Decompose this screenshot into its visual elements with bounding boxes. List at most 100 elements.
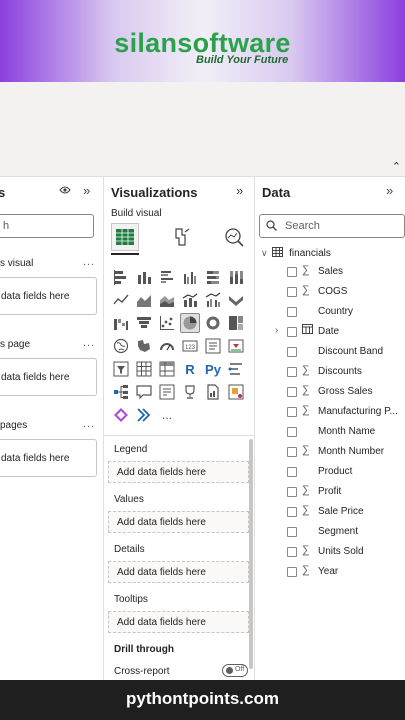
more-visuals-icon[interactable]: ... bbox=[157, 405, 177, 425]
decomposition-tree-icon[interactable] bbox=[111, 382, 131, 402]
donut-chart-icon[interactable] bbox=[203, 313, 223, 333]
filters-search-input[interactable]: h bbox=[0, 214, 94, 238]
ribbon-chart-icon[interactable] bbox=[226, 290, 246, 310]
field-checkbox[interactable] bbox=[287, 387, 297, 397]
collapse-filters-icon[interactable]: » bbox=[83, 183, 90, 198]
legend-well-dropzone[interactable]: Add data fields here bbox=[108, 461, 249, 483]
field-row[interactable]: ∑ Gross Sales bbox=[275, 383, 405, 403]
field-row[interactable]: ∑ Sale Price bbox=[275, 503, 405, 523]
funnel-chart-icon[interactable] bbox=[134, 313, 154, 333]
smart-narrative-icon[interactable] bbox=[157, 382, 177, 402]
r-script-visual-icon[interactable]: R bbox=[180, 359, 200, 379]
collapse-visualizations-icon[interactable]: » bbox=[236, 183, 243, 198]
filters-on-page-more-icon[interactable]: ... bbox=[83, 337, 95, 349]
values-well-dropzone[interactable]: Add data fields here bbox=[108, 511, 249, 533]
field-checkbox[interactable] bbox=[287, 487, 297, 497]
field-checkbox[interactable] bbox=[287, 347, 297, 357]
cross-report-toggle[interactable]: Off bbox=[222, 664, 248, 677]
power-automate-icon[interactable] bbox=[111, 405, 131, 425]
slicer-icon[interactable] bbox=[111, 359, 131, 379]
filters-all-pages-dropzone[interactable]: data fields here bbox=[0, 439, 97, 477]
field-row[interactable]: Month Name bbox=[275, 423, 405, 443]
data-search-placeholder: Search bbox=[285, 220, 320, 232]
field-row[interactable]: ∑ Discounts bbox=[275, 363, 405, 383]
collapse-ribbon-icon[interactable]: ⌃ bbox=[392, 160, 401, 173]
field-checkbox[interactable] bbox=[287, 427, 297, 437]
area-chart-icon[interactable] bbox=[134, 290, 154, 310]
pie-chart-icon[interactable] bbox=[180, 313, 200, 333]
eye-icon[interactable] bbox=[59, 183, 71, 198]
field-row[interactable]: › Date bbox=[275, 323, 405, 343]
power-apps-icon[interactable] bbox=[226, 382, 246, 402]
treemap-icon[interactable] bbox=[226, 313, 246, 333]
field-row[interactable]: ∑ Year bbox=[275, 563, 405, 583]
chevron-visual-icon[interactable] bbox=[134, 405, 154, 425]
clustered-bar-chart-icon[interactable] bbox=[157, 267, 177, 287]
table-financials[interactable]: ∨ financials bbox=[261, 247, 331, 260]
100-stacked-column-chart-icon[interactable] bbox=[226, 267, 246, 287]
field-checkbox[interactable] bbox=[287, 407, 297, 417]
expand-table-chevron-icon[interactable]: ∨ bbox=[261, 248, 268, 258]
python-visual-icon[interactable]: Py bbox=[203, 359, 223, 379]
collapse-data-icon[interactable]: » bbox=[386, 183, 393, 198]
data-search-input[interactable]: Search bbox=[259, 214, 405, 238]
analytics-tab[interactable] bbox=[220, 223, 248, 251]
qa-visual-icon[interactable] bbox=[134, 382, 154, 402]
field-row[interactable]: ∑ Month Number bbox=[275, 443, 405, 463]
paginated-report-icon[interactable] bbox=[203, 382, 223, 402]
kpi-icon[interactable] bbox=[226, 336, 246, 356]
100-stacked-bar-chart-icon[interactable] bbox=[203, 267, 223, 287]
matrix-icon[interactable] bbox=[157, 359, 177, 379]
field-checkbox[interactable] bbox=[287, 527, 297, 537]
goals-trophy-icon[interactable] bbox=[180, 382, 200, 402]
filled-map-icon[interactable] bbox=[134, 336, 154, 356]
scatter-chart-icon[interactable] bbox=[157, 313, 177, 333]
line-chart-icon[interactable] bbox=[111, 290, 131, 310]
field-checkbox[interactable] bbox=[287, 367, 297, 377]
details-well-dropzone[interactable]: Add data fields here bbox=[108, 561, 249, 583]
field-checkbox[interactable] bbox=[287, 567, 297, 577]
field-row[interactable]: ∑ Sales bbox=[275, 263, 405, 283]
clustered-column-chart-icon[interactable] bbox=[180, 267, 200, 287]
values-well-label: Values bbox=[114, 494, 144, 505]
line-and-clustered-column-chart-icon[interactable] bbox=[203, 290, 223, 310]
key-influencers-icon[interactable] bbox=[226, 359, 246, 379]
filters-all-pages-more-icon[interactable]: ... bbox=[83, 418, 95, 430]
field-checkbox[interactable] bbox=[287, 307, 297, 317]
field-checkbox[interactable] bbox=[287, 447, 297, 457]
filters-on-visual-dropzone[interactable]: data fields here bbox=[0, 277, 97, 315]
field-checkbox[interactable] bbox=[287, 287, 297, 297]
stacked-bar-chart-icon[interactable] bbox=[111, 267, 131, 287]
field-checkbox[interactable] bbox=[287, 327, 297, 337]
field-row[interactable]: ∑ Manufacturing P... bbox=[275, 403, 405, 423]
field-row[interactable]: Discount Band bbox=[275, 343, 405, 363]
multi-row-card-icon[interactable] bbox=[203, 336, 223, 356]
line-and-stacked-column-chart-icon[interactable] bbox=[180, 290, 200, 310]
field-row[interactable]: Segment bbox=[275, 523, 405, 543]
field-row[interactable]: ∑ Profit bbox=[275, 483, 405, 503]
legend-well-label: Legend bbox=[114, 444, 148, 455]
map-icon[interactable] bbox=[111, 336, 131, 356]
stacked-column-chart-icon[interactable] bbox=[134, 267, 154, 287]
filters-on-page-dropzone[interactable]: data fields here bbox=[0, 358, 97, 396]
visualizations-scrollbar[interactable] bbox=[249, 439, 253, 669]
build-visual-tab[interactable] bbox=[111, 223, 139, 251]
card-icon[interactable]: 123 bbox=[180, 336, 200, 356]
table-visual-icon[interactable] bbox=[134, 359, 154, 379]
field-row[interactable]: Country bbox=[275, 303, 405, 323]
field-name: Month Name bbox=[318, 426, 376, 437]
gauge-icon[interactable] bbox=[157, 336, 177, 356]
stacked-area-chart-icon[interactable] bbox=[157, 290, 177, 310]
field-row[interactable]: ∑ Units Sold bbox=[275, 543, 405, 563]
format-visual-tab[interactable] bbox=[167, 223, 195, 251]
field-checkbox[interactable] bbox=[287, 547, 297, 557]
field-checkbox[interactable] bbox=[287, 467, 297, 477]
field-row[interactable]: ∑ COGS bbox=[275, 283, 405, 303]
waterfall-chart-icon[interactable] bbox=[111, 313, 131, 333]
field-checkbox[interactable] bbox=[287, 507, 297, 517]
field-checkbox[interactable] bbox=[287, 267, 297, 277]
tooltips-well-dropzone[interactable]: Add data fields here bbox=[108, 611, 249, 633]
field-row[interactable]: Product bbox=[275, 463, 405, 483]
expand-date-chevron-icon[interactable]: › bbox=[275, 325, 278, 336]
filters-on-visual-more-icon[interactable]: ... bbox=[83, 256, 95, 268]
